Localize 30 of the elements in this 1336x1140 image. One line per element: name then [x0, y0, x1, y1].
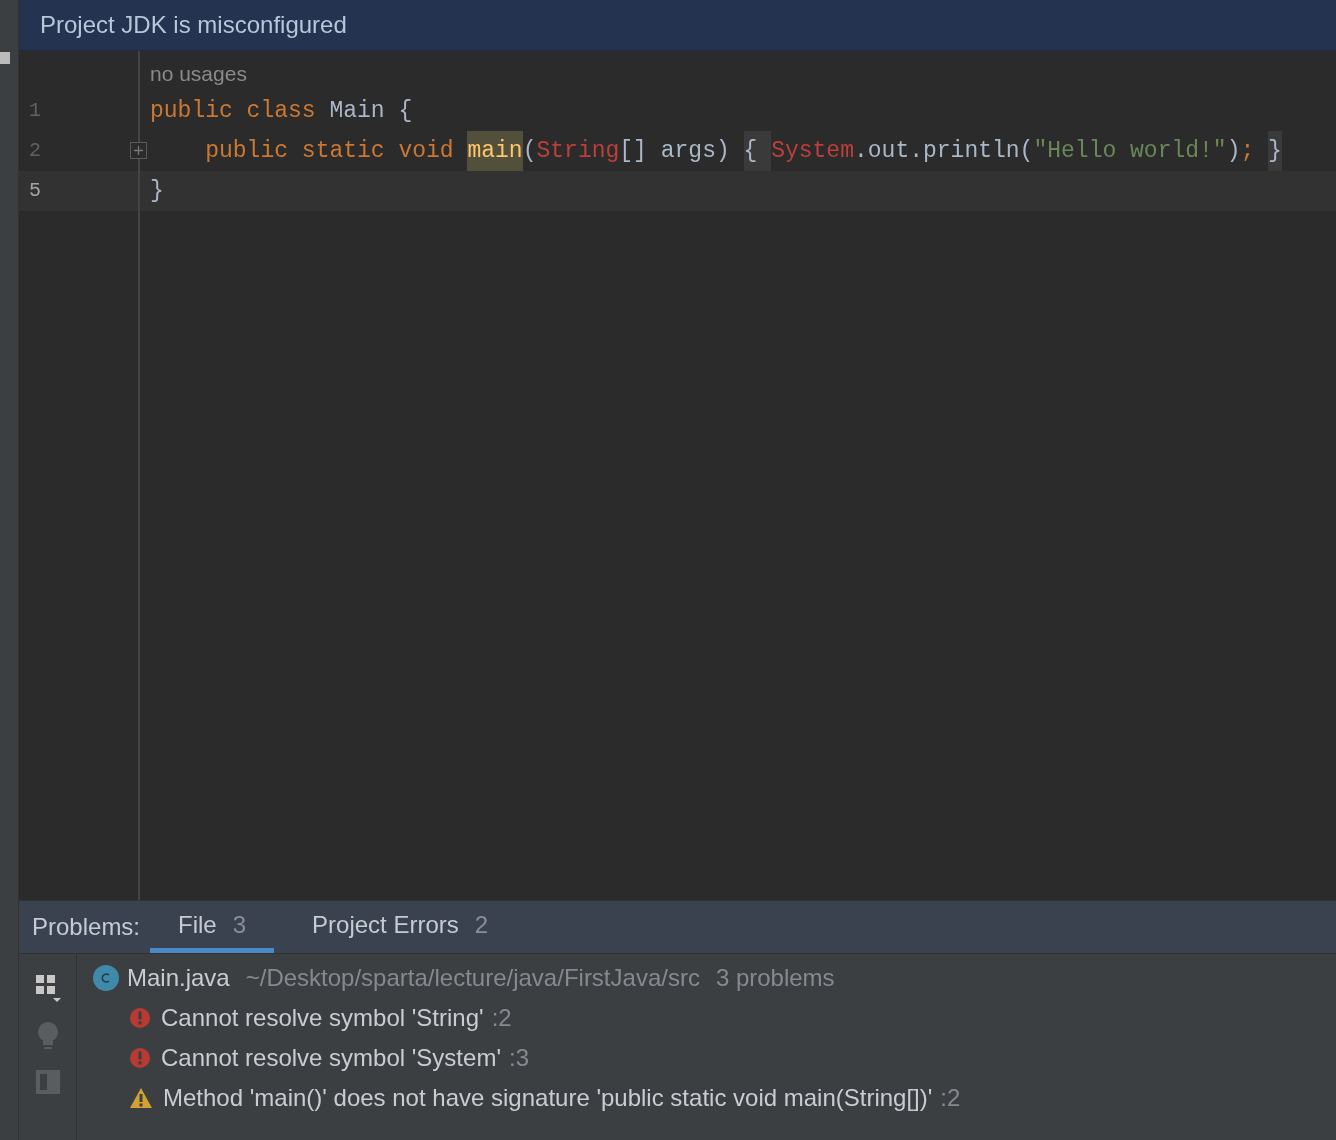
code-line: public static void main(String[] args) { System.out.println("Hello world!"); } — [140, 131, 1336, 171]
problem-item[interactable]: Cannot resolve symbol 'String' :2 — [77, 998, 1336, 1038]
error-icon — [129, 1007, 151, 1029]
problem-message: Cannot resolve symbol 'String' — [161, 1003, 484, 1033]
line-number: 5 — [29, 178, 41, 204]
warning-icon — [129, 1087, 153, 1109]
problem-item[interactable]: Method 'main()' does not have signature 'public static void main(String[])' :2 — [77, 1078, 1336, 1118]
line-reference: :2 — [940, 1083, 961, 1113]
problem-message: Cannot resolve symbol 'System' — [161, 1043, 501, 1073]
panel-title: Problems: — [32, 912, 141, 942]
tool-window-icon[interactable] — [0, 52, 10, 64]
group-icon[interactable] — [34, 974, 61, 1004]
line-number: 2 — [29, 138, 41, 164]
code-line: public class Main { — [149, 97, 414, 126]
file-name[interactable]: Main.java — [127, 960, 230, 996]
problem-item[interactable]: Cannot resolve symbol 'System' :3 — [77, 1038, 1336, 1078]
problem-count: 3 problems — [715, 963, 835, 993]
lightbulb-icon[interactable] — [36, 1022, 59, 1052]
fold-icon[interactable] — [130, 142, 147, 159]
line-reference: :2 — [491, 1003, 512, 1033]
error-icon — [129, 1047, 151, 1069]
problems-tab[interactable]: Project Errors 2 — [284, 901, 517, 953]
class-file-icon — [93, 965, 119, 991]
line-reference: :3 — [508, 1043, 529, 1073]
problem-message: Method 'main()' does not have signature 'public static void main(String[])' — [163, 1083, 933, 1113]
banner-text: Project JDK is misconfigured — [40, 10, 347, 40]
line-number: 1 — [29, 98, 41, 124]
usages-hint: no usages — [149, 61, 248, 88]
file-path: ~/Desktop/sparta/lecture/java/FirstJava/src — [245, 963, 700, 993]
preview-icon[interactable] — [35, 1070, 60, 1094]
